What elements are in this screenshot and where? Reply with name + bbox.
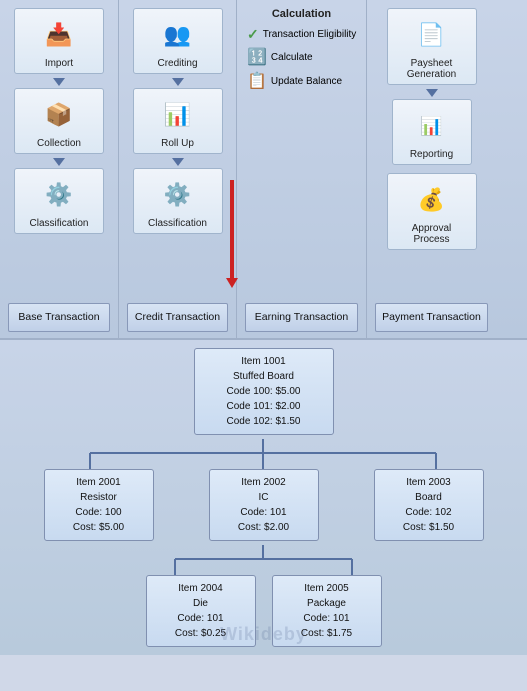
connector-root-l1 (0, 439, 527, 469)
calculate-icon: 🔢 (247, 47, 267, 67)
node2001-line1: Item 2001 (51, 475, 147, 490)
reporting-col: 📊 Reporting (371, 89, 492, 169)
crediting-label: Crediting (140, 58, 216, 69)
balance-row: 📋 Update Balance (241, 71, 362, 91)
calculation-title: Calculation (272, 8, 331, 20)
tree-node-2003: Item 2003 Board Code: 102 Cost: $1.50 (374, 469, 484, 541)
node2004-line4: Cost: $0.25 (153, 626, 249, 641)
node2005-line1: Item 2005 (279, 581, 375, 596)
classification-box2: ⚙️ Classification (133, 168, 223, 234)
base-transaction-box: Base Transaction (8, 303, 110, 332)
earning-transaction-label: Earning Transaction (255, 311, 348, 323)
crediting-icon: 👥 (156, 15, 200, 55)
reporting-box: 📊 Reporting (392, 99, 472, 165)
balance-icon: 📋 (247, 71, 267, 91)
root-line3: Code 100: $5.00 (201, 384, 327, 399)
tree-node-2005: Item 2005 Package Code: 101 Cost: $1.75 (272, 575, 382, 647)
credit-transaction-label: Credit Transaction (135, 311, 220, 323)
node2002-line4: Cost: $2.00 (216, 520, 312, 535)
tree-level0: Item 1001 Stuffed Board Code 100: $5.00 … (0, 348, 527, 435)
eligibility-check-icon: ✓ (247, 26, 259, 43)
collection-label: Collection (21, 138, 97, 149)
rollup-icon: 📊 (156, 95, 200, 135)
rollup-label: Roll Up (140, 138, 216, 149)
node2003-line3: Code: 102 (381, 505, 477, 520)
node2004-line1: Item 2004 (153, 581, 249, 596)
rollup-box: 📊 Roll Up (133, 88, 223, 154)
paysheet-box: 📄 Paysheet Generation (387, 8, 477, 85)
arrow5 (426, 89, 438, 97)
arrow4 (172, 158, 184, 166)
node2002-line2: IC (216, 490, 312, 505)
reporting-approval-row: 📊 Reporting (371, 89, 492, 169)
classification-label2: Classification (140, 218, 216, 229)
node2003-line4: Cost: $1.50 (381, 520, 477, 535)
credit-transaction-box: Credit Transaction (127, 303, 228, 332)
node2005-line2: Package (279, 596, 375, 611)
tree-root-node: Item 1001 Stuffed Board Code 100: $5.00 … (194, 348, 334, 435)
reporting-label: Reporting (399, 149, 465, 160)
calculate-label: Calculate (271, 52, 313, 63)
classification-label1: Classification (21, 218, 97, 229)
payment-transaction-box: Payment Transaction (375, 303, 488, 332)
arrow1 (53, 78, 65, 86)
paysheet-label: Paysheet Generation (394, 58, 470, 80)
collection-box: 📦 Collection (14, 88, 104, 154)
import-label: Import (21, 58, 97, 69)
col-earning: Calculation ✓ Transaction Eligibility 🔢 … (236, 0, 366, 338)
collection-icon: 📦 (37, 95, 81, 135)
tree-node-2002: Item 2002 IC Code: 101 Cost: $2.00 (209, 469, 319, 541)
classification-box1: ⚙️ Classification (14, 168, 104, 234)
node2001-line2: Resistor (51, 490, 147, 505)
payment-transaction-label: Payment Transaction (382, 311, 481, 323)
tree-level2: Item 2004 Die Code: 101 Cost: $0.25 Item… (0, 575, 527, 647)
col-base: 📥 Import 📦 Collection ⚙️ Classification … (0, 0, 118, 338)
node2002-line3: Code: 101 (216, 505, 312, 520)
arrow3 (172, 78, 184, 86)
connector-svg-1 (0, 439, 527, 469)
balance-label: Update Balance (271, 76, 342, 87)
flow-diagram: 📥 Import 📦 Collection ⚙️ Classification … (0, 0, 527, 340)
arrow2 (53, 158, 65, 166)
node2004-line3: Code: 101 (153, 611, 249, 626)
node2003-line2: Board (381, 490, 477, 505)
node2005-line4: Cost: $1.75 (279, 626, 375, 641)
node2004-line2: Die (153, 596, 249, 611)
root-line1: Item 1001 (201, 354, 327, 369)
paysheet-icon: 📄 (410, 15, 454, 55)
approval-box: 💰 Approval Process (387, 173, 477, 250)
calculate-row: 🔢 Calculate (241, 47, 362, 67)
tree-diagram: Item 1001 Stuffed Board Code 100: $5.00 … (0, 340, 527, 655)
classification-icon2: ⚙️ (156, 175, 200, 215)
root-line5: Code 102: $1.50 (201, 414, 327, 429)
approval-icon: 💰 (410, 180, 454, 220)
tree-level1: Item 2001 Resistor Code: 100 Cost: $5.00… (0, 469, 527, 541)
node2005-line3: Code: 101 (279, 611, 375, 626)
connector-l1-l2 (0, 545, 527, 575)
node2003-line1: Item 2003 (381, 475, 477, 490)
approval-label: Approval Process (394, 223, 470, 245)
root-line2: Stuffed Board (201, 369, 327, 384)
earning-transaction-box: Earning Transaction (245, 303, 358, 332)
node2001-line4: Cost: $5.00 (51, 520, 147, 535)
classification-icon1: ⚙️ (37, 175, 81, 215)
node2002-line1: Item 2002 (216, 475, 312, 490)
reporting-icon: 📊 (410, 106, 454, 146)
tree-node-2004: Item 2004 Die Code: 101 Cost: $0.25 (146, 575, 256, 647)
base-transaction-label: Base Transaction (18, 311, 99, 323)
tree-node-2001: Item 2001 Resistor Code: 100 Cost: $5.00 (44, 469, 154, 541)
red-arrow-v (230, 180, 234, 280)
node2001-line3: Code: 100 (51, 505, 147, 520)
eligibility-row: ✓ Transaction Eligibility (241, 26, 362, 43)
col-credit: 👥 Crediting 📊 Roll Up ⚙️ Classification … (118, 0, 236, 338)
root-line4: Code 101: $2.00 (201, 399, 327, 414)
import-icon: 📥 (37, 15, 81, 55)
crediting-box: 👥 Crediting (133, 8, 223, 74)
eligibility-label: Transaction Eligibility (263, 29, 357, 40)
import-box: 📥 Import (14, 8, 104, 74)
connector-svg-2 (0, 545, 527, 575)
col-payment: 📄 Paysheet Generation 📊 Reporting 💰 Appr… (366, 0, 496, 338)
